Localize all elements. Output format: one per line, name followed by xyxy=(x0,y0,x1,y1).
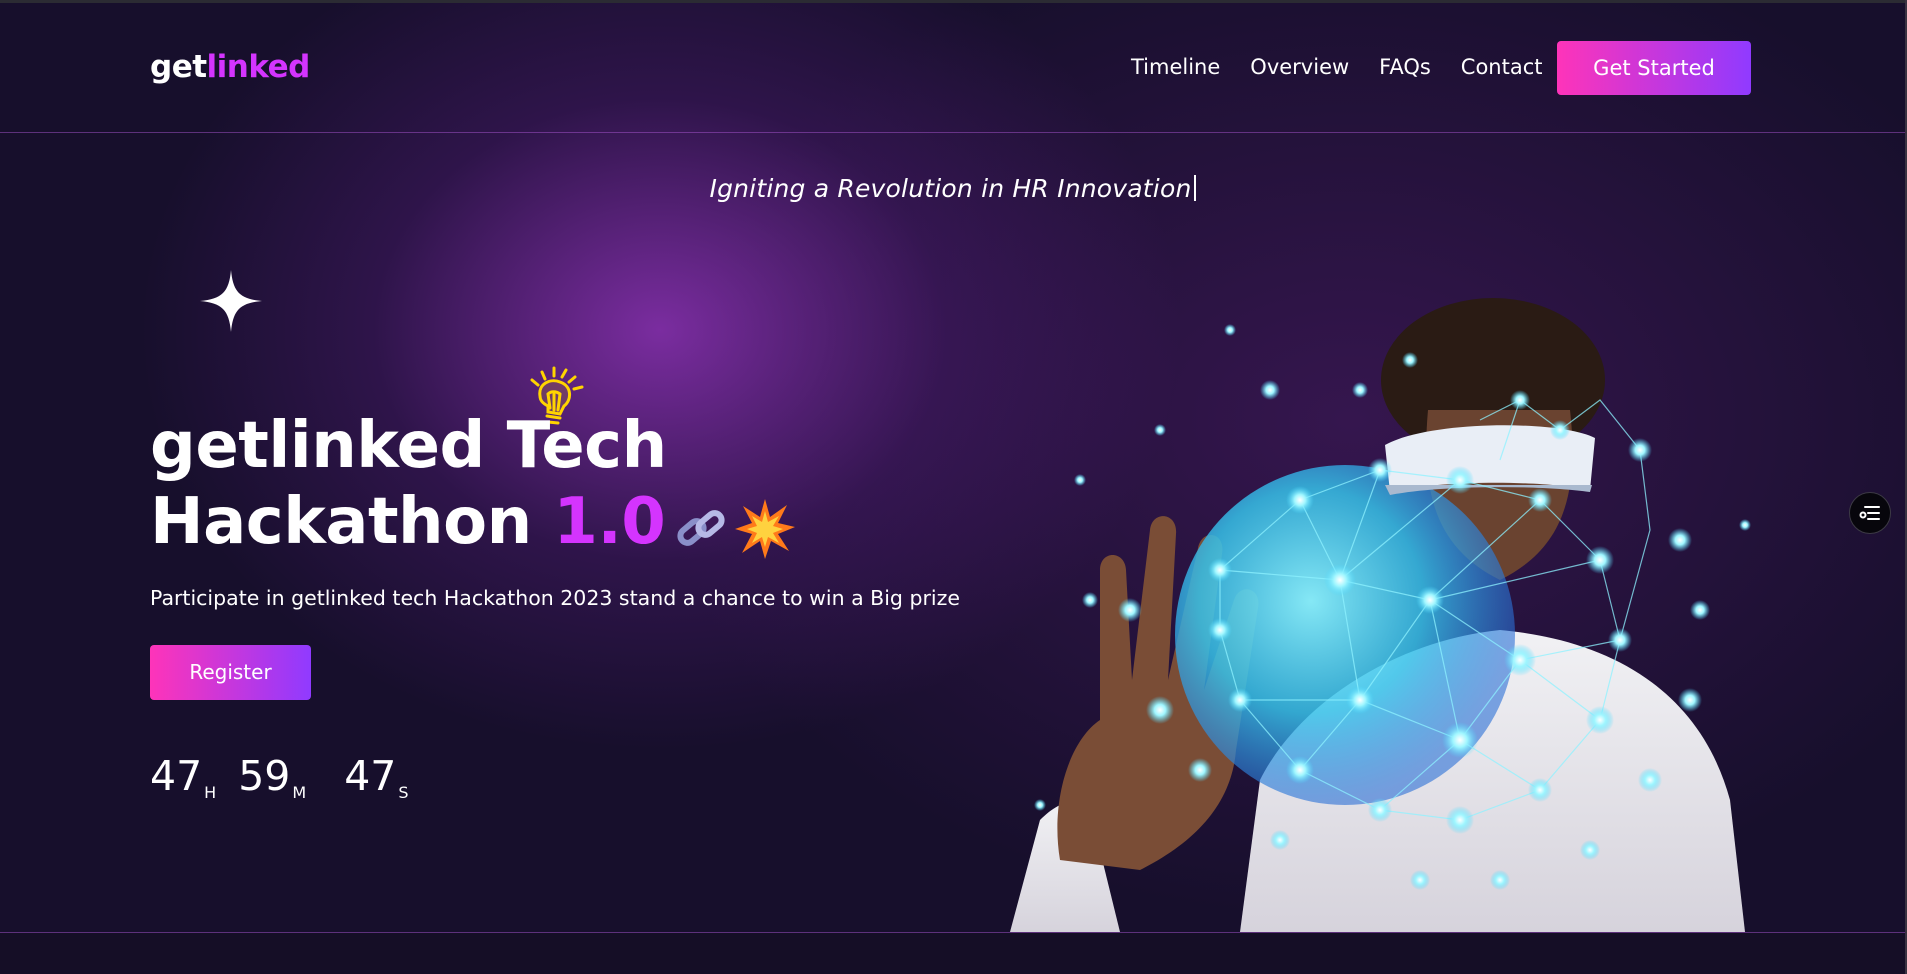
site-header: getlinked Timeline Overview FAQs Contact… xyxy=(0,3,1905,133)
collision-icon xyxy=(735,498,796,559)
logo[interactable]: getlinked xyxy=(150,49,310,85)
nav-timeline[interactable]: Timeline xyxy=(1131,55,1220,79)
title-emoji-group xyxy=(673,487,797,563)
countdown-seconds: 47 xyxy=(344,752,397,800)
filter-list-icon xyxy=(1859,506,1880,520)
countdown-hours-unit: H xyxy=(204,783,217,802)
hero-title: getlinked Tech Hackathon 1.0 xyxy=(150,408,797,563)
chain-link-icon xyxy=(677,509,725,546)
hero-vr-person-image xyxy=(1010,298,1751,932)
next-section-edge xyxy=(0,933,1905,974)
hero-title-line2: Hackathon 1.0 xyxy=(150,484,797,563)
logo-part-get: get xyxy=(150,49,207,85)
landing-page: getlinked Timeline Overview FAQs Contact… xyxy=(0,0,1907,974)
get-started-button[interactable]: Get Started xyxy=(1557,41,1751,95)
hero-title-version: 1.0 xyxy=(553,485,666,559)
hero-title-line1: getlinked Tech xyxy=(150,409,667,483)
hero-subtitle: Participate in getlinked tech Hackathon … xyxy=(150,586,960,610)
sparkle-star-icon xyxy=(200,270,262,332)
tagline-text: Igniting a Revolution in HR Innovation xyxy=(709,174,1192,203)
typing-cursor xyxy=(1193,175,1196,201)
hero-title-hackathon: Hackathon xyxy=(150,485,532,559)
register-button[interactable]: Register xyxy=(150,645,311,700)
countdown-minutes-unit: M xyxy=(292,783,307,802)
main-nav: Timeline Overview FAQs Contact xyxy=(1131,55,1543,79)
hero-tagline: Igniting a Revolution in HR Innovation xyxy=(0,174,1905,203)
nav-contact[interactable]: Contact xyxy=(1461,55,1543,79)
countdown-minutes: 59 xyxy=(238,752,291,800)
countdown-seconds-unit: S xyxy=(398,783,409,802)
countdown-hours: 47 xyxy=(150,752,203,800)
countdown-timer: 47 H 59 M 47 S xyxy=(150,752,409,802)
nav-overview[interactable]: Overview xyxy=(1250,55,1349,79)
nav-faqs[interactable]: FAQs xyxy=(1379,55,1431,79)
logo-part-linked: linked xyxy=(206,49,311,85)
floating-menu-button[interactable] xyxy=(1849,492,1891,534)
